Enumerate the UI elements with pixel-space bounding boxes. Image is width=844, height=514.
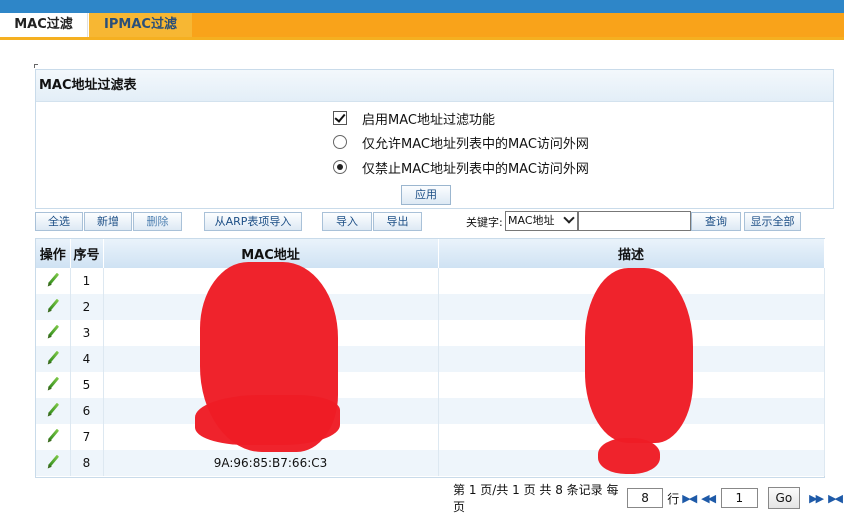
edit-pencil-icon[interactable] [46,299,60,313]
select-all-button[interactable]: 全选 [35,212,83,231]
rows-unit-label: 行 [667,491,680,506]
edit-pencil-icon[interactable] [46,325,60,339]
row-index: 8 [70,450,104,476]
keyword-select[interactable]: MAC地址 [505,211,578,231]
delete-button[interactable]: 删除 [133,212,182,231]
row-index: 6 [70,398,104,424]
show-all-button[interactable]: 显示全部 [744,212,801,231]
row-index: 2 [70,294,104,320]
edit-pencil-icon[interactable] [46,455,60,469]
row-mac: 9A:96:85:B7:66:C3 [103,450,439,476]
deny-option[interactable]: 仅禁止MAC地址列表中的MAC访问外网 [333,157,589,177]
table-row: 8 9A:96:85:B7:66:C3 [36,450,825,476]
edit-pencil-icon[interactable] [46,429,60,443]
header-desc: 描述 [438,239,825,268]
apply-button[interactable]: 应用 [401,185,451,205]
per-page-input[interactable]: 8 [626,488,664,508]
enable-checkbox[interactable] [333,111,347,125]
row-index: 1 [70,268,104,294]
table-row: 1 [36,268,825,294]
mac-filter-panel: MAC地址过滤表 启用MAC地址过滤功能 仅允许MAC地址列表中的MAC访问外网… [35,69,834,209]
tab-underline [0,37,844,40]
deny-radio[interactable] [333,160,347,174]
header-index: 序号 [70,239,104,268]
go-button[interactable]: Go [767,487,801,509]
row-index: 7 [70,424,104,450]
tab-mac-filter[interactable]: MAC过滤 [0,13,88,37]
tab-ipmac-filter[interactable]: IPMAC过滤 [89,13,192,37]
search-button[interactable]: 查询 [691,212,741,231]
enable-option[interactable]: 启用MAC地址过滤功能 [333,108,495,128]
table-header-row: 操作 序号 MAC地址 描述 [36,239,825,268]
tab-strip-fill [192,13,844,37]
last-page-icon[interactable]: ▶◀ [828,492,843,505]
next-page-icon[interactable]: ▶▶ [809,492,824,505]
top-bar [0,0,844,13]
allow-radio[interactable] [333,135,347,149]
panel-title: MAC地址过滤表 [36,70,833,102]
keyword-label: 关键字: [466,216,503,229]
enable-label: 启用MAC地址过滤功能 [362,112,495,128]
pagination: 第 1 页/共 1 页 共 8 条记录 每页 8 行 ▶◀ ◀◀ 1 Go ▶▶… [453,483,844,514]
edit-pencil-icon[interactable] [46,273,60,287]
table-row: 5 [36,372,825,398]
edit-pencil-icon[interactable] [46,351,60,365]
table-row: 3 [36,320,825,346]
prev-page-icon[interactable]: ◀◀ [701,492,716,505]
row-index: 3 [70,320,104,346]
edit-pencil-icon[interactable] [46,403,60,417]
table-row: 6 [36,398,825,424]
import-arp-button[interactable]: 从ARP表项导入 [204,212,302,231]
mac-table: 操作 序号 MAC地址 描述 1 2 3 4 5 6 7 8 9A:96:85:… [35,238,825,478]
corner-mark [34,64,38,68]
deny-label: 仅禁止MAC地址列表中的MAC访问外网 [362,161,589,177]
add-button[interactable]: 新增 [84,212,132,231]
pager-summary: 第 1 页/共 1 页 共 8 条记录 每页 [453,483,619,514]
keyword-select-value: MAC地址 [508,214,555,227]
import-button[interactable]: 导入 [322,212,372,231]
first-page-icon[interactable]: ▶◀ [682,492,697,505]
page-number-input[interactable]: 1 [721,488,758,508]
header-action: 操作 [36,239,71,268]
row-index: 5 [70,372,104,398]
chevron-down-icon [563,212,575,224]
redaction-mark-desc-lower [598,438,660,474]
table-row: 2 [36,294,825,320]
allow-label: 仅允许MAC地址列表中的MAC访问外网 [362,136,589,152]
keyword-input[interactable] [578,211,691,231]
table-row: 7 [36,424,825,450]
edit-pencil-icon[interactable] [46,377,60,391]
redaction-mark-desc [585,268,693,443]
export-button[interactable]: 导出 [373,212,422,231]
row-index: 4 [70,346,104,372]
allow-option[interactable]: 仅允许MAC地址列表中的MAC访问外网 [333,132,589,152]
table-row: 4 [36,346,825,372]
redaction-mark-mac-lower [195,395,340,445]
